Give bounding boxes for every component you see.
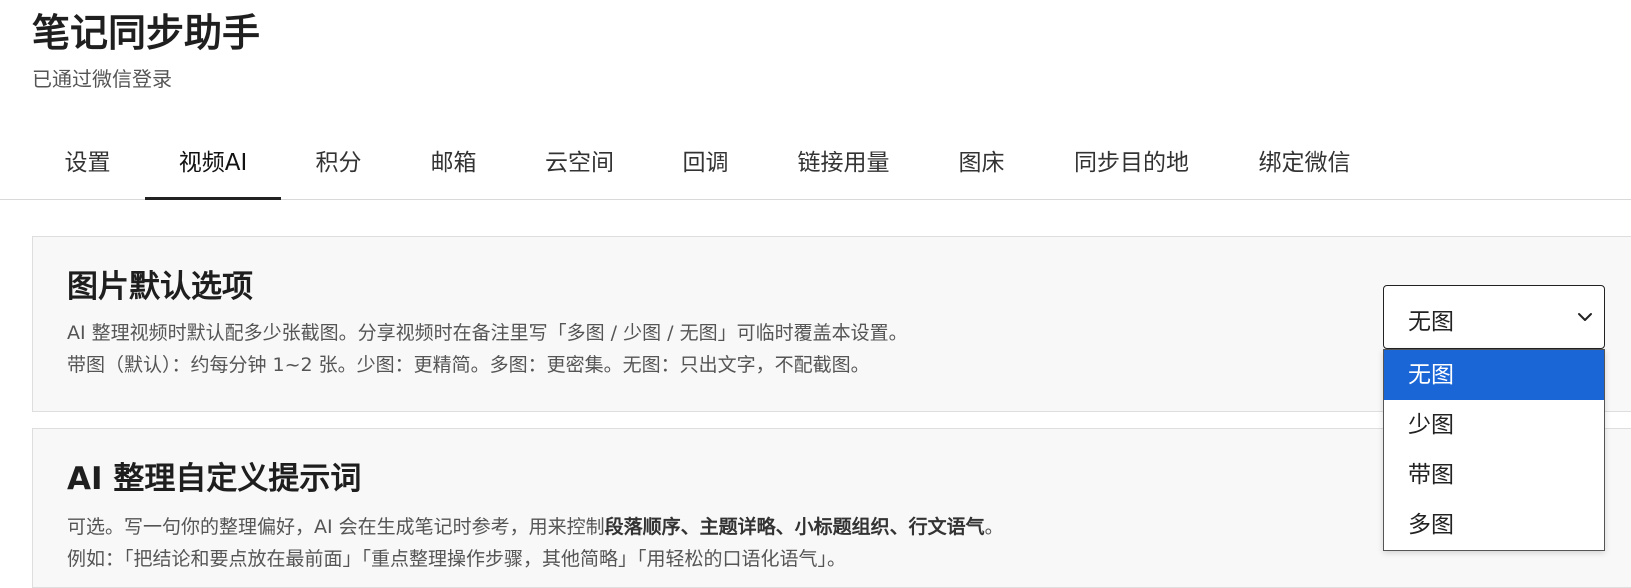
image-count-dropdown: 无图 少图 带图 多图 xyxy=(1383,349,1605,551)
tab-callback[interactable]: 回调 xyxy=(648,138,763,200)
option-no-image[interactable]: 无图 xyxy=(1384,350,1604,400)
tab-settings[interactable]: 设置 xyxy=(30,138,145,200)
desc-suffix: 。 xyxy=(984,516,1004,538)
tab-sync-destination[interactable]: 同步目的地 xyxy=(1039,138,1224,200)
select-current-value: 无图 xyxy=(1408,309,1454,335)
login-status: 已通过微信登录 xyxy=(32,67,172,91)
image-options-title: 图片默认选项 xyxy=(67,269,253,305)
custom-prompt-desc-line-2: 例如：「把结论和要点放在最前面」「重点整理操作步骤，其他简略」「用轻松的口语化语… xyxy=(67,548,847,570)
tab-link-usage[interactable]: 链接用量 xyxy=(763,138,924,200)
tab-bind-wechat[interactable]: 绑定微信 xyxy=(1224,138,1385,200)
desc-bold: 段落顺序、主题详略、小标题组织、行文语气 xyxy=(604,516,985,538)
custom-prompt-title: AI 整理自定义提示词 xyxy=(67,461,362,497)
option-many-images[interactable]: 多图 xyxy=(1384,500,1604,550)
tab-points[interactable]: 积分 xyxy=(281,138,396,200)
image-options-desc-line-2: 带图（默认）：约每分钟 1~2 张。少图：更精简。多图：更密集。无图：只出文字，… xyxy=(67,354,870,376)
header: 笔记同步助手 已通过微信登录 xyxy=(32,8,260,92)
option-with-images[interactable]: 带图 xyxy=(1384,450,1604,500)
app-title: 笔记同步助手 xyxy=(32,11,261,55)
desc-prefix: 可选。写一句你的整理偏好，AI 会在生成笔记时参考，用来控制 xyxy=(67,516,605,538)
tab-video-ai[interactable]: 视频AI xyxy=(145,138,281,200)
custom-prompt-description: 可选。写一句你的整理偏好，AI 会在生成笔记时参考，用来控制段落顺序、主题详略、… xyxy=(67,511,1004,575)
custom-prompt-desc-line-1: 可选。写一句你的整理偏好，AI 会在生成笔记时参考，用来控制段落顺序、主题详略、… xyxy=(67,511,1004,543)
tab-cloud-space[interactable]: 云空间 xyxy=(511,138,648,200)
image-count-select[interactable]: 无图 xyxy=(1383,285,1605,349)
image-options-description: AI 整理视频时默认配多少张截图。分享视频时在备注里写「多图 / 少图 / 无图… xyxy=(67,317,908,381)
tab-image-host[interactable]: 图床 xyxy=(924,138,1039,200)
tab-email[interactable]: 邮箱 xyxy=(396,138,511,200)
chevron-down-icon xyxy=(1578,313,1592,321)
image-options-desc-line-1: AI 整理视频时默认配多少张截图。分享视频时在备注里写「多图 / 少图 / 无图… xyxy=(67,322,908,344)
option-few-images[interactable]: 少图 xyxy=(1384,400,1604,450)
tab-bar: 设置 视频AI 积分 邮箱 云空间 回调 链接用量 图床 同步目的地 绑定微信 xyxy=(0,138,1631,200)
